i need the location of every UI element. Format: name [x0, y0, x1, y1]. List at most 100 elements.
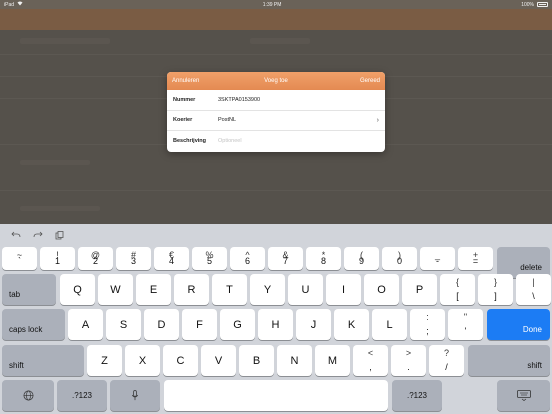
key-shift-char: {	[455, 277, 459, 287]
symbol-key[interactable]: >.	[391, 345, 426, 376]
number-key[interactable]: _ -	[420, 247, 455, 270]
paste-icon[interactable]	[53, 230, 65, 240]
key-base-char: 7	[282, 256, 288, 266]
microphone-icon	[131, 390, 139, 401]
letter-key[interactable]: W	[98, 274, 133, 305]
cancel-button[interactable]: Annuleren	[172, 78, 199, 84]
letter-key[interactable]: J	[296, 309, 331, 340]
key-shift-char: :	[426, 312, 429, 322]
symbol-key[interactable]: | \	[516, 274, 551, 305]
caps-lock-key[interactable]: caps lock	[2, 309, 65, 340]
done-key[interactable]: Done	[487, 309, 550, 340]
letter-key[interactable]: T	[212, 274, 247, 305]
courier-row[interactable]: Koerier PostNL ›	[167, 111, 385, 131]
letter-key[interactable]: X	[125, 345, 160, 376]
number-field[interactable]: 3SKTPA0153900	[218, 97, 379, 103]
letter-key[interactable]: K	[334, 309, 369, 340]
symbol-key[interactable]: ? /	[429, 345, 464, 376]
number-key[interactable]: @2	[78, 247, 113, 270]
number-key[interactable]: + =	[458, 247, 493, 270]
key-letter: O	[377, 283, 386, 296]
letter-key[interactable]: Y	[250, 274, 285, 305]
description-row[interactable]: Beschrijving Optioneel	[167, 131, 385, 152]
key-base-char: `	[18, 256, 21, 266]
letter-key[interactable]: E	[136, 274, 171, 305]
globe-key[interactable]	[2, 380, 54, 411]
letter-key[interactable]: Z	[87, 345, 122, 376]
number-key[interactable]: #3	[116, 247, 151, 270]
key-letter: P	[415, 283, 424, 296]
key-letter: C	[176, 354, 185, 367]
symbol-key[interactable]: :;	[410, 309, 445, 340]
description-field[interactable]: Optioneel	[218, 138, 379, 144]
letter-key[interactable]: O	[364, 274, 399, 305]
hide-keyboard-key[interactable]	[497, 380, 550, 411]
symbol-key[interactable]: }]	[478, 274, 513, 305]
number-key[interactable]: * 8	[306, 247, 341, 270]
letter-key[interactable]: P	[402, 274, 437, 305]
undo-icon[interactable]	[10, 230, 22, 240]
key-letter: R	[187, 283, 196, 296]
key-shift-char: ?	[443, 348, 449, 358]
key-letter: W	[110, 283, 121, 296]
number-row[interactable]: Nummer 3SKTPA0153900	[167, 90, 385, 111]
letter-key[interactable]: F	[182, 309, 217, 340]
number-key[interactable]: % 5	[192, 247, 227, 270]
globe-icon	[23, 390, 33, 401]
letter-key[interactable]: D	[144, 309, 179, 340]
number-key[interactable]: ) 0	[382, 247, 417, 270]
letter-key[interactable]: L	[372, 309, 407, 340]
shift-left-label: shift	[9, 361, 24, 370]
key-letter: Q	[73, 283, 82, 296]
letter-key[interactable]: B	[239, 345, 274, 376]
numbers-key-left[interactable]: .?123	[57, 380, 107, 411]
key-letter: E	[149, 283, 158, 296]
number-key[interactable]: & 7	[268, 247, 303, 270]
letter-key[interactable]: S	[106, 309, 141, 340]
tab-key[interactable]: tab	[2, 274, 56, 305]
key-base-char: [	[456, 291, 459, 301]
numbers-key-right[interactable]: .?123	[392, 380, 442, 411]
number-key[interactable]: ^ 6	[230, 247, 265, 270]
key-shift-char: >	[405, 348, 412, 358]
letter-key[interactable]: C	[163, 345, 198, 376]
space-key[interactable]	[164, 380, 388, 411]
letter-key[interactable]: A	[68, 309, 103, 340]
key-letter: I	[341, 283, 346, 296]
number-key[interactable]: (9	[344, 247, 379, 270]
redo-icon[interactable]	[32, 230, 44, 240]
letter-key[interactable]: U	[288, 274, 323, 305]
background-navbar	[0, 9, 552, 30]
microphone-key[interactable]	[110, 380, 160, 411]
courier-label: Koerier	[173, 117, 193, 124]
key-base-char: 4	[168, 256, 174, 266]
number-key[interactable]: ! 1	[40, 247, 75, 270]
symbol-key[interactable]: {[	[440, 274, 475, 305]
letter-key[interactable]: V	[201, 345, 236, 376]
number-key[interactable]: €4	[154, 247, 189, 270]
letter-key[interactable]: H	[258, 309, 293, 340]
key-base-char: -	[436, 256, 439, 266]
letter-key[interactable]: R	[174, 274, 209, 305]
background-placeholder	[20, 206, 100, 211]
key-shift-char: |	[532, 277, 535, 287]
letter-key[interactable]: Q	[60, 274, 95, 305]
shift-left-key[interactable]: shift	[2, 345, 84, 376]
battery-icon	[537, 2, 548, 7]
key-letter: B	[252, 354, 261, 367]
symbol-key[interactable]: " '	[448, 309, 483, 340]
shift-right-key[interactable]: shift	[468, 345, 550, 376]
letter-key[interactable]: M	[315, 345, 350, 376]
key-base-char: .	[407, 362, 410, 372]
symbol-key[interactable]: <,	[353, 345, 388, 376]
key-letter: L	[386, 318, 393, 331]
key-base-char: =	[472, 256, 479, 266]
letter-key[interactable]: I	[326, 274, 361, 305]
number-key[interactable]: ~ `	[2, 247, 37, 270]
letter-key[interactable]: N	[277, 345, 312, 376]
letter-key[interactable]: G	[220, 309, 255, 340]
key-letter: V	[214, 354, 223, 367]
done-button[interactable]: Gereed	[360, 78, 380, 84]
keyboard-toolbar	[0, 224, 552, 246]
key-letter: X	[138, 354, 147, 367]
